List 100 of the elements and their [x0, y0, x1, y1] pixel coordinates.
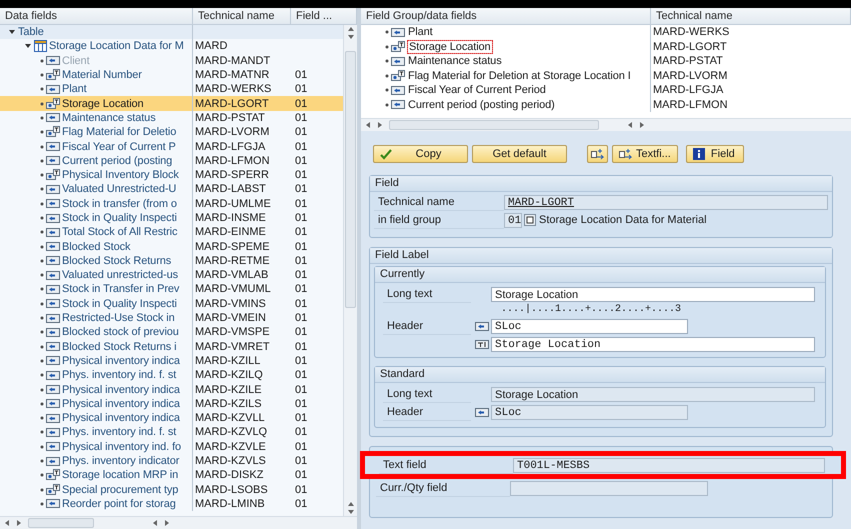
field-row[interactable]: Material Number MARD-MATNR 01	[0, 68, 343, 82]
field-row[interactable]: Restricted-Use Stock in MARD-VMEIN 01	[0, 310, 343, 326]
field-row[interactable]: Blocked Stock Returns i MARD-VMRET 01	[0, 340, 343, 354]
scroll-down-arrow-icon[interactable]	[346, 33, 354, 41]
field-label: Blocked Stock Returns i	[62, 340, 176, 353]
tree-bullet-icon	[385, 59, 389, 64]
field-row[interactable]: Total Stock of All Restric MARD-EINME 01	[0, 225, 343, 240]
column-header[interactable]: Technical name	[651, 8, 851, 24]
tree-node-label[interactable]: Table	[18, 26, 44, 38]
field-label[interactable]: Current period (posting period)	[407, 98, 556, 111]
scroll-left-arrow-icon[interactable]	[365, 121, 373, 129]
field-row[interactable]: Phys. inventory ind. f. st MARD-KZVLQ 01	[0, 425, 343, 440]
technical-name-cell-text: MARD-LVORM	[194, 126, 270, 138]
field-label: Long text	[383, 286, 471, 302]
assign-button[interactable]	[587, 145, 608, 163]
field-row[interactable]: Physical inventory indica MARD-KZILS 01	[0, 396, 343, 412]
field-row[interactable]: Physical inventory ind. fo MARD-KZVLE 01	[0, 440, 343, 454]
textfield-button[interactable]: Textfi...	[612, 145, 678, 163]
field-group-field[interactable]: 01	[504, 212, 522, 228]
long-text-field[interactable]: Storage Location	[491, 386, 815, 402]
field-row[interactable]: Blocked Stock Returns MARD-RETME 01	[0, 254, 343, 268]
field-group-cell-text: 01	[294, 269, 308, 282]
field-row[interactable]: Blocked stock of previou MARD-VMSPE 01	[0, 325, 343, 340]
field-icon	[475, 320, 489, 332]
copy-button[interactable]: Copy	[373, 145, 468, 163]
field-label[interactable]: Plant	[407, 26, 434, 38]
header-field[interactable]: SLoc	[491, 404, 688, 420]
field-label[interactable]: Maintenance status	[407, 55, 503, 68]
field-row[interactable]: Physical inventory indica MARD-KZILL 01	[0, 354, 343, 368]
horizontal-scrollbar[interactable]	[0, 516, 357, 529]
technical-name-cell-text: MARD-UMLME	[194, 198, 272, 210]
field-row[interactable]: Maintenance status MARD-PSTAT 01	[0, 110, 343, 126]
field-row[interactable]: Physical inventory indica MARD-KZVLL 01	[0, 411, 343, 426]
field-label[interactable]: Fiscal Year of Current Period	[407, 84, 547, 96]
field-icon	[46, 456, 60, 467]
field-row[interactable]: Physical inventory indica MARD-KZILE 01	[0, 382, 343, 397]
field-row[interactable]: Physical Inventory Block MARD-SPERR 01	[0, 168, 343, 182]
scroll-down-arrow-icon[interactable]	[346, 508, 354, 516]
tree-bullet-icon	[40, 102, 44, 106]
tree-bullet-icon	[385, 44, 389, 49]
horizontal-scrollbar[interactable]	[361, 118, 851, 131]
field-label: Physical Inventory Block	[62, 169, 179, 182]
field-label: Blocked Stock	[62, 240, 130, 253]
reference-field[interactable]	[510, 480, 708, 496]
field-row[interactable]: Stock in transfer (from o MARD-UMLME 01	[0, 196, 343, 211]
tree-bullet-icon	[40, 187, 44, 192]
get-default-button[interactable]: Get default	[472, 145, 567, 163]
field-group-cell-text: 01	[294, 240, 308, 253]
field-row[interactable]: Special procurement typ MARD-LSOBS 01	[0, 482, 343, 497]
field-icon	[46, 141, 60, 152]
expand-toggle-icon[interactable]	[24, 42, 32, 50]
field-icon	[46, 441, 60, 452]
technical-name-cell-text: MARD-LFMON	[194, 154, 271, 167]
field-row[interactable]: Valuated Unrestricted-U MARD-LABST 01	[0, 182, 343, 197]
column-header[interactable]: Data fields	[0, 8, 193, 24]
field-row[interactable]: Phys. inventory ind. f. st MARD-KZILQ 01	[0, 368, 343, 382]
scroll-up-arrow-icon[interactable]	[346, 25, 354, 33]
field-row[interactable]: Flag Material for Deletio MARD-LVORM 01	[0, 125, 343, 140]
field-group-cell-text: 01	[294, 226, 308, 238]
field-label: Phys. inventory ind. f. st	[62, 426, 176, 438]
technical-name-cell-text: MARD-DISKZ	[194, 469, 264, 482]
field-row[interactable]: Storage Location MARD-LGORT 01	[0, 96, 343, 111]
field-row[interactable]: Valuated unrestricted-us MARD-VMLAB 01	[0, 268, 343, 282]
field-row[interactable]: Storage location MRP in MARD-DISKZ 01	[0, 468, 343, 482]
field-icon	[46, 112, 60, 124]
scroll-left-arrow-icon[interactable]	[4, 519, 12, 527]
column-header[interactable]: Field ...	[291, 8, 357, 24]
field-row[interactable]: Stock in Quality Inspecti MARD-VMINS 01	[0, 296, 343, 311]
scrollbar-thumb[interactable]	[345, 51, 356, 308]
column-header[interactable]: Field Group/data fields	[361, 8, 651, 24]
reference-field[interactable]: T001L-MESBS	[513, 458, 825, 472]
header-field[interactable]: SLoc	[491, 318, 688, 334]
field-row[interactable]: Fiscal Year of Current P MARD-LFGJA 01	[0, 139, 343, 154]
tree-bullet-icon	[40, 258, 44, 263]
header-text-field[interactable]: Storage Location	[491, 336, 815, 352]
field-row[interactable]: Reorder point for storag MARD-LMINB 01	[0, 496, 343, 512]
field-row[interactable]: Phys. inventory indicator MARD-KZVLS 01	[0, 454, 343, 468]
vertical-scrollbar[interactable]	[343, 25, 357, 516]
field-label[interactable]: Flag Material for Deletion at Storage Location I	[407, 70, 632, 82]
scroll-up-arrow-icon[interactable]	[346, 500, 354, 508]
field-row[interactable]: Stock in Transfer in Prev MARD-VMUML 01	[0, 282, 343, 297]
field-row[interactable]: Blocked Stock MARD-SPEME 01	[0, 239, 343, 254]
long-text-field[interactable]: Storage Location	[491, 286, 815, 302]
field-icon	[46, 255, 60, 266]
field-row[interactable]: Stock in Quality Inspecti MARD-INSME 01	[0, 210, 343, 226]
expand-toggle-icon[interactable]	[8, 28, 16, 36]
field-group-cell-text: 01	[294, 384, 308, 396]
field-icon	[391, 99, 405, 110]
scroll-left-arrow-icon[interactable]	[152, 519, 160, 527]
field-label[interactable]: Storage Location	[407, 40, 493, 54]
tree-node-label[interactable]: Storage Location Data for M	[49, 40, 184, 52]
scroll-left-arrow-icon[interactable]	[627, 121, 635, 129]
field-group-cell-text: 01	[294, 498, 308, 510]
field-label: Curr./Qty field	[376, 480, 510, 496]
technical-name-cell-text: MARD-KZVLE	[194, 440, 267, 453]
field-row[interactable]: Current period (posting MARD-LFMON 01	[0, 154, 343, 168]
value-help-icon[interactable]	[524, 214, 536, 226]
column-header[interactable]: Technical name	[193, 8, 291, 24]
technical-name-field[interactable]: MARD-LGORT	[504, 194, 828, 210]
field-info-button[interactable]: Field	[686, 145, 744, 163]
